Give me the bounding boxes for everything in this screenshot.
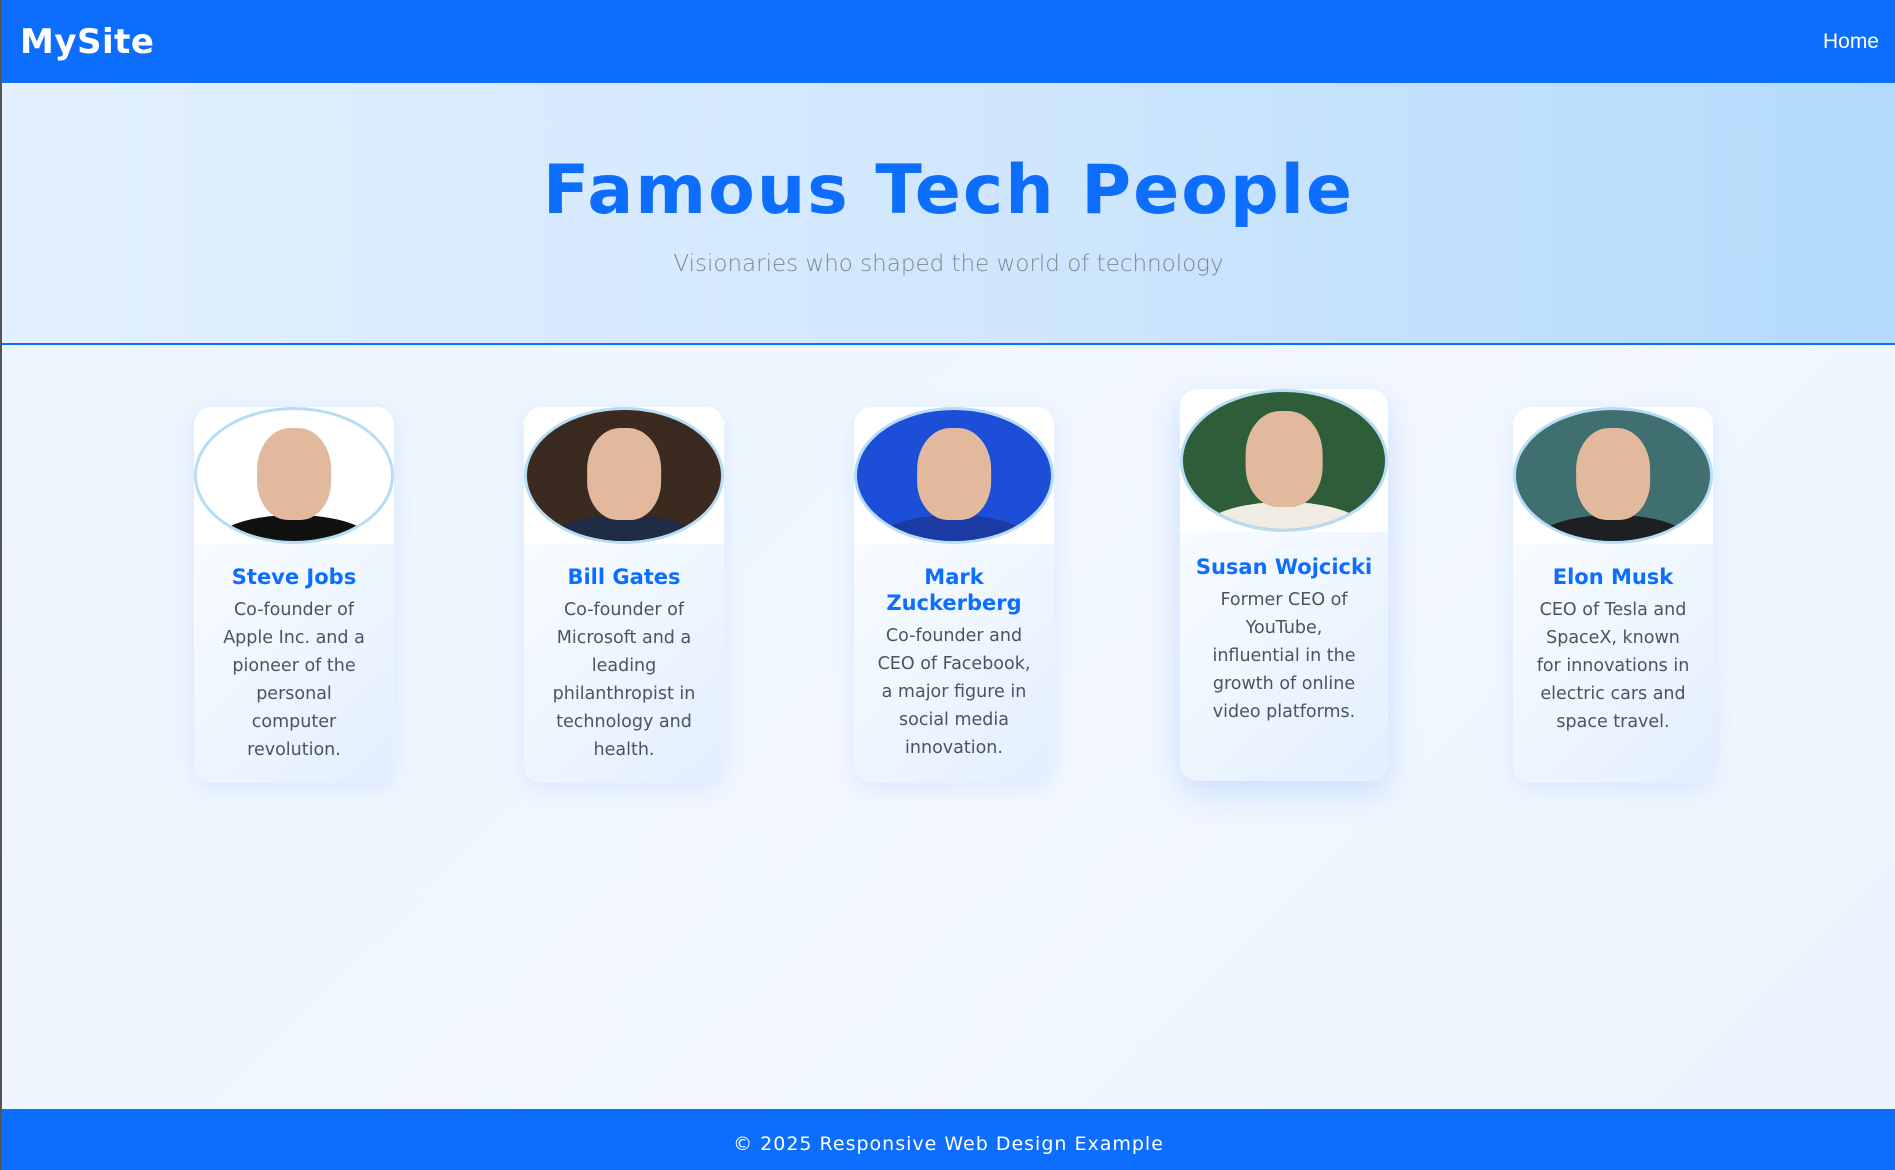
person-photo	[524, 407, 724, 544]
brand-logo[interactable]: MySite	[20, 22, 154, 62]
page-title: Famous Tech People	[542, 151, 1355, 230]
person-photo	[194, 407, 394, 544]
photo-frame	[194, 407, 394, 544]
person-description: CEO of Tesla and SpaceX, known for innov…	[1536, 600, 1690, 732]
footer: © 2025 Responsive Web Design Example	[2, 1109, 1895, 1170]
person-card-featured[interactable]: Susan Wojcicki Former CEO of YouTube, in…	[1180, 389, 1388, 781]
navbar: MySite Home	[2, 0, 1895, 83]
person-description: Co-founder of Microsoft and a leading ph…	[552, 600, 696, 760]
photo-frame	[524, 407, 724, 544]
person-name: Susan Wojcicki	[1195, 555, 1373, 579]
person-description: Former CEO of YouTube, influential in th…	[1212, 590, 1356, 722]
photo-face	[917, 428, 991, 521]
person-name: Bill Gates	[567, 565, 681, 589]
person-name: Mark Zuckerberg	[886, 565, 1022, 615]
person-description: Co-founder and CEO of Facebook, a major …	[877, 626, 1031, 758]
hero-section: Famous Tech People Visionaries who shape…	[2, 83, 1895, 345]
photo-frame	[1513, 407, 1713, 544]
person-card[interactable]: Mark Zuckerberg Co-founder and CEO of Fa…	[854, 407, 1054, 783]
page-subtitle: Visionaries who shaped the world of tech…	[673, 251, 1224, 277]
person-name: Steve Jobs	[231, 565, 357, 589]
nav-link-home[interactable]: Home	[1823, 30, 1879, 54]
photo-frame	[854, 407, 1054, 544]
person-card[interactable]: Steve Jobs Co-founder of Apple Inc. and …	[194, 407, 394, 783]
person-description: Co-founder of Apple Inc. and a pioneer o…	[223, 600, 365, 760]
photo-face	[1576, 428, 1650, 521]
photo-face	[257, 428, 331, 521]
photo-frame	[1180, 389, 1388, 532]
person-card[interactable]: Elon Musk CEO of Tesla and SpaceX, known…	[1513, 407, 1713, 783]
footer-text: © 2025 Responsive Web Design Example	[733, 1132, 1164, 1155]
person-photo	[1513, 407, 1713, 544]
person-name: Elon Musk	[1552, 565, 1674, 589]
person-card[interactable]: Bill Gates Co-founder of Microsoft and a…	[524, 407, 724, 783]
photo-face	[1245, 411, 1323, 508]
person-photo	[854, 407, 1054, 544]
person-photo	[1180, 389, 1388, 532]
photo-face	[587, 428, 661, 521]
